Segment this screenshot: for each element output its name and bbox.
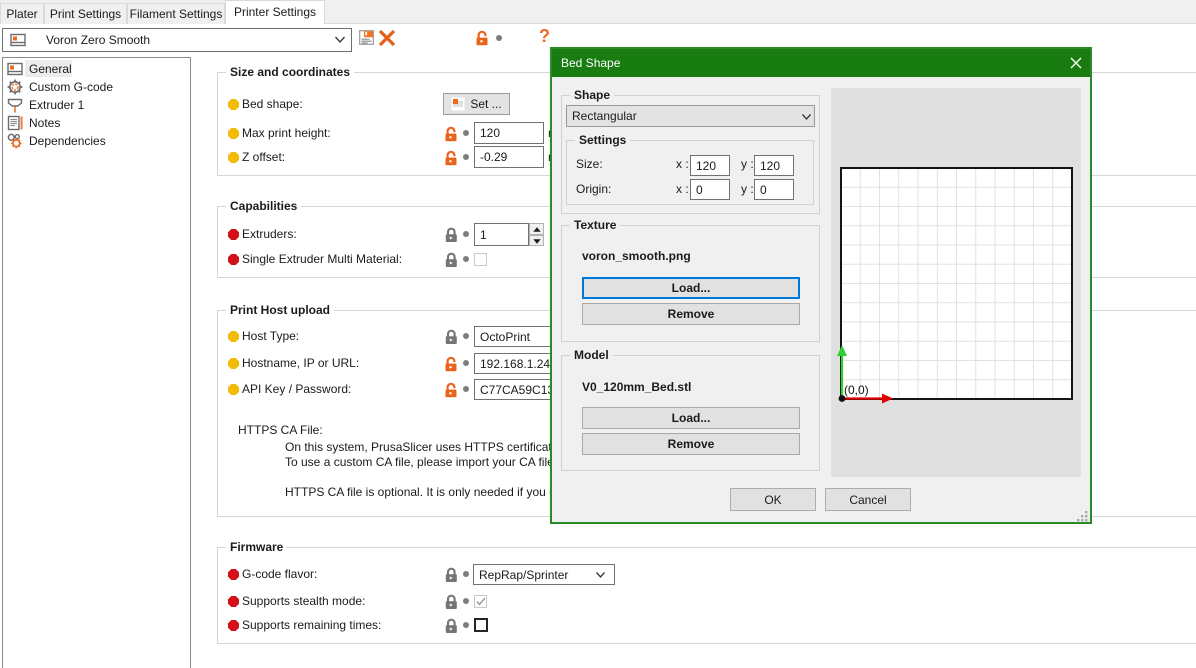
svg-text:(0,0): (0,0) xyxy=(844,383,869,397)
